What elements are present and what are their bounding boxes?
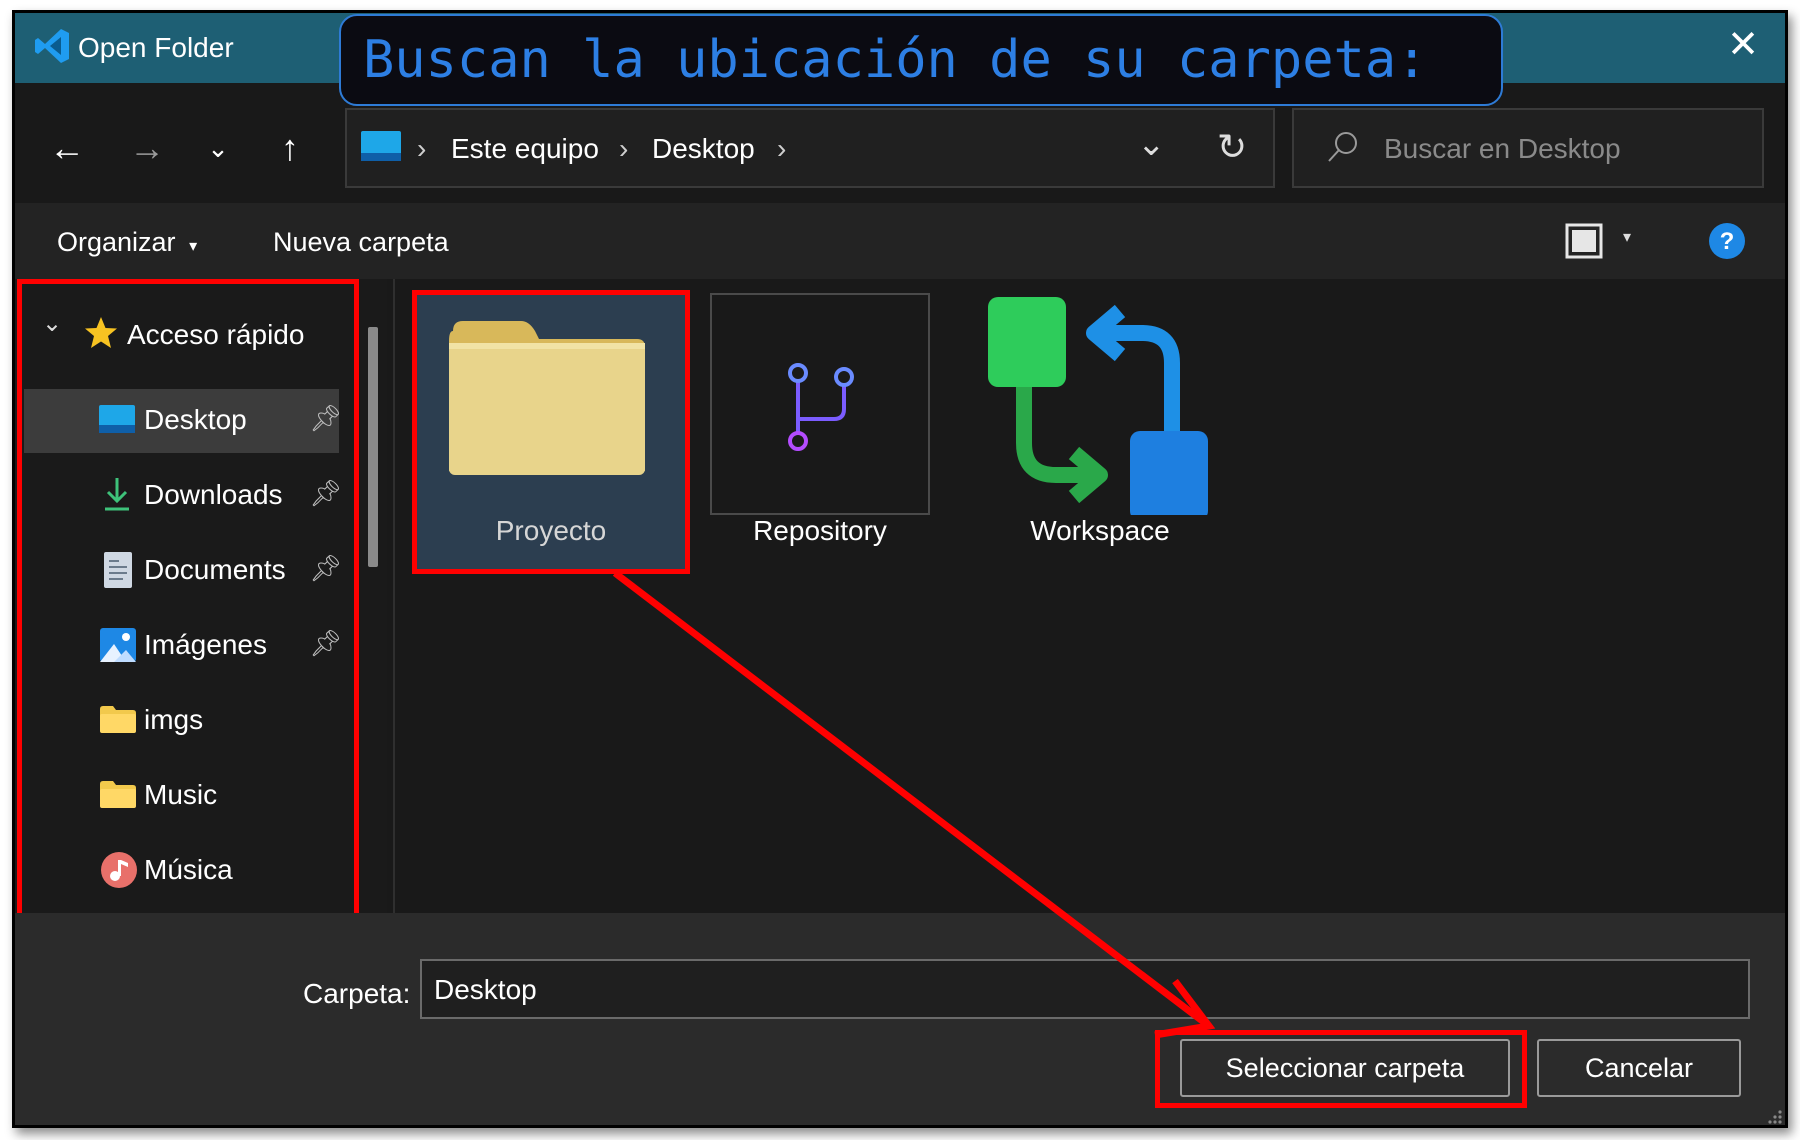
file-tile-workspace[interactable] bbox=[970, 293, 1210, 515]
folder-field-label: Carpeta: bbox=[303, 978, 411, 1009]
address-bar[interactable]: › Este equipo › Desktop › ⌄ ↻ bbox=[345, 108, 1275, 188]
search-box[interactable]: Buscar en Desktop bbox=[1292, 108, 1764, 188]
proyecto-highlight-box bbox=[412, 290, 690, 574]
pane-divider[interactable] bbox=[393, 279, 395, 913]
folder-input-value: Desktop bbox=[434, 974, 537, 1005]
search-icon bbox=[1328, 132, 1357, 162]
new-folder-button[interactable]: Nueva carpeta bbox=[273, 227, 449, 258]
chevron-right-icon: › bbox=[777, 133, 787, 164]
command-bar: Organizar ▾ Nueva carpeta ▾ ? bbox=[15, 203, 1785, 279]
file-name: Workspace bbox=[1030, 515, 1170, 546]
chevron-right-icon: › bbox=[417, 133, 427, 164]
svg-text:?: ? bbox=[1720, 228, 1735, 255]
view-options-dropdown[interactable]: ▾ bbox=[1623, 227, 1631, 247]
arrow-right-icon: → bbox=[129, 127, 165, 168]
folder-input[interactable]: Desktop bbox=[420, 959, 1750, 1019]
sidebar-highlight-box bbox=[17, 279, 359, 919]
help-icon[interactable]: ? bbox=[1707, 221, 1747, 261]
scrollbar-thumb[interactable] bbox=[368, 327, 378, 567]
file-tile-repository[interactable] bbox=[710, 293, 930, 515]
refresh-icon[interactable]: ↻ bbox=[1217, 126, 1247, 168]
forward-button[interactable]: → bbox=[122, 123, 172, 173]
chevron-right-icon: › bbox=[619, 133, 629, 164]
close-button[interactable]: ✕ bbox=[1723, 25, 1763, 65]
breadcrumb-segment[interactable]: Este equipo bbox=[451, 133, 599, 165]
recent-locations-button[interactable]: ⌄ bbox=[193, 123, 243, 173]
chevron-down-icon: ⌄ bbox=[207, 133, 229, 163]
address-history-dropdown[interactable]: ⌄ bbox=[1137, 124, 1166, 164]
arrow-up-icon: ↑ bbox=[281, 127, 299, 168]
open-folder-dialog: Open Folder ✕ ← → ⌄ ↑ › Este equipo › De… bbox=[12, 10, 1788, 1128]
caret-down-icon: ▾ bbox=[189, 238, 198, 255]
window-title: Open Folder bbox=[78, 32, 234, 63]
vscode-logo-icon bbox=[35, 29, 69, 63]
search-input[interactable]: Buscar en Desktop bbox=[1384, 133, 1621, 165]
resize-grip-icon[interactable] bbox=[1767, 1109, 1783, 1125]
file-name: Repository bbox=[753, 515, 887, 546]
desktop-icon bbox=[361, 131, 401, 161]
workspace-sync-icon bbox=[988, 297, 1208, 515]
tutorial-callout: Buscan la ubicación de su carpeta: bbox=[339, 14, 1503, 106]
cancel-button[interactable]: Cancelar bbox=[1537, 1039, 1741, 1097]
back-button[interactable]: ← bbox=[42, 123, 92, 173]
breadcrumb-segment[interactable]: Desktop bbox=[652, 133, 755, 165]
select-button-highlight-box bbox=[1155, 1030, 1527, 1108]
sidebar-scrollbar[interactable] bbox=[367, 279, 379, 913]
navigation-pane: ⌄ Acceso rápido Desktop 📌︎ Downloads 📌︎ bbox=[15, 279, 387, 919]
arrow-left-icon: ← bbox=[49, 127, 85, 168]
git-branch-icon bbox=[788, 363, 854, 451]
organize-menu[interactable]: Organizar ▾ bbox=[57, 227, 197, 258]
view-toggle-icon[interactable] bbox=[1565, 223, 1603, 259]
up-button[interactable]: ↑ bbox=[265, 123, 315, 173]
footer-panel: Carpeta: Desktop Seleccionar carpeta Can… bbox=[15, 913, 1785, 1125]
organize-label: Organizar bbox=[57, 227, 176, 257]
